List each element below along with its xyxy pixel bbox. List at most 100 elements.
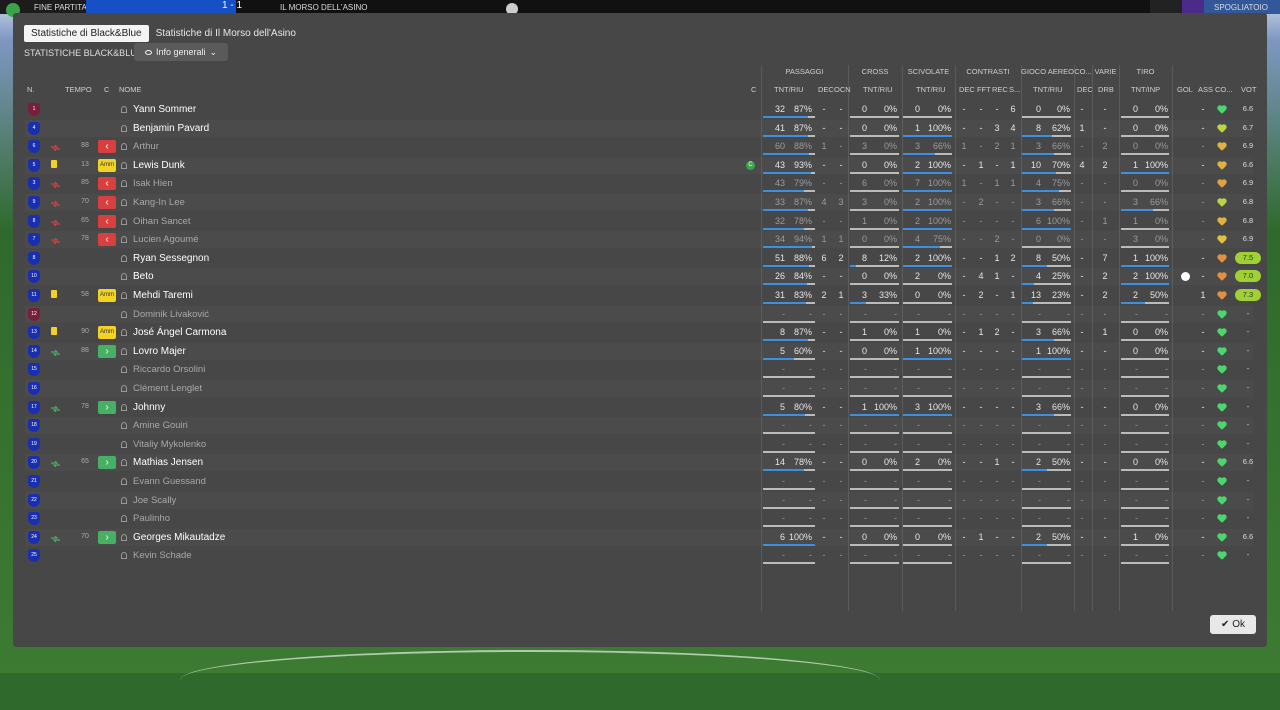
ok-button[interactable]: ✔ Ok <box>1210 615 1256 634</box>
player-name[interactable]: Arthur <box>133 141 159 152</box>
crosses-pct: 12% <box>878 252 897 263</box>
crosses-bar <box>850 488 899 490</box>
tackles-attempted: 0 <box>914 104 920 114</box>
player-name[interactable]: Lucien Agoumé <box>133 234 199 245</box>
contrasts-fft: - <box>979 476 983 486</box>
player-name[interactable]: Paulinho <box>133 513 170 524</box>
player-name[interactable]: Benjamin Pavard <box>133 123 209 134</box>
passes-pct: 78% <box>793 215 812 226</box>
shots-bar <box>1121 264 1169 267</box>
aerial-dec: 4 <box>1079 159 1085 170</box>
player-name[interactable]: Kang-In Lee <box>133 197 185 208</box>
shots-pct: - <box>1165 383 1168 393</box>
tackles-pct: - <box>948 494 951 505</box>
contrasts-s: 1 <box>1010 178 1016 189</box>
player-name[interactable]: Yann Sommer <box>133 104 196 115</box>
team-tabs: Statistiche di Black&Blue Statistiche di… <box>24 25 303 42</box>
assists: - <box>1201 438 1205 449</box>
passes-attempted: - <box>782 364 785 375</box>
crosses-attempted: 8 <box>861 252 867 263</box>
tackles-pct: 66% <box>932 141 951 152</box>
aerial-pct: - <box>1067 308 1070 319</box>
assists: - <box>1201 420 1205 431</box>
view-dropdown[interactable]: Info generali ⌄ <box>134 43 228 61</box>
tab-away-stats[interactable]: Statistiche di Il Morso dell'Asino <box>149 25 303 42</box>
shots-attempted: - <box>1135 494 1138 505</box>
contrasts-dec: - <box>962 513 966 524</box>
player-name[interactable]: Ryan Sessegnon <box>133 253 209 264</box>
table-row: 14 88 › Lovro Majer 5 60% - -0 0% 1 100% - - - -1 100% -… <box>25 343 1253 360</box>
decisive-passes: 2 <box>821 290 827 300</box>
player-avatar-icon <box>121 161 127 169</box>
dribbles: 1 <box>1102 215 1108 226</box>
contrasts-dec: 1 <box>961 178 967 189</box>
player-name[interactable]: Amine Gouiri <box>133 420 188 431</box>
passes-attempted: 41 <box>774 122 785 133</box>
aerial-pct: - <box>1067 550 1070 561</box>
passes-attempted: - <box>782 438 785 449</box>
player-name[interactable]: Clément Lenglet <box>133 383 202 394</box>
player-name[interactable]: Johnny <box>133 402 165 413</box>
bar-fill <box>763 190 805 193</box>
minute: 78 <box>81 235 89 243</box>
crosses-attempted: 1 <box>861 401 867 412</box>
dribbles: - <box>1103 383 1107 393</box>
bar-fill <box>850 413 899 416</box>
player-name[interactable]: Mathias Jensen <box>133 457 203 468</box>
aerial-pct: 62% <box>1051 122 1070 133</box>
dribbles: - <box>1103 531 1107 542</box>
player-name[interactable]: Riccardo Orsolini <box>133 364 205 375</box>
rating: 6.9 <box>1242 141 1254 151</box>
contrasts-s: - <box>1011 401 1015 412</box>
player-name[interactable]: Lovro Majer <box>133 346 186 357</box>
passes-bar <box>763 450 815 453</box>
column-header: NOME <box>119 85 142 94</box>
player-name[interactable]: José Ángel Carmona <box>133 327 226 338</box>
player-name[interactable]: Beto <box>133 271 154 282</box>
shots-attempted: - <box>1135 383 1138 393</box>
crosses-pct: 0% <box>883 159 897 170</box>
minute: 88 <box>81 142 89 150</box>
contrasts-rec: - <box>995 494 999 505</box>
player-name[interactable]: Georges Mikautadze <box>133 532 225 543</box>
condition-heart-icon <box>1218 496 1226 505</box>
substitution-icon <box>51 459 60 468</box>
tab-home-stats[interactable]: Statistiche di Black&Blue <box>24 25 149 42</box>
bar-fill <box>763 543 815 546</box>
player-name[interactable]: Oihan Sancet <box>133 216 191 227</box>
column-header: DRB <box>1098 85 1114 94</box>
aerial-pct: 0% <box>1056 104 1070 114</box>
contrasts-dec: - <box>962 252 966 263</box>
assists: - <box>1201 122 1205 133</box>
contrasts-rec: 3 <box>994 122 1000 133</box>
player-name[interactable]: Joe Scally <box>133 495 176 506</box>
shots-attempted: 0 <box>1132 327 1138 338</box>
player-name[interactable]: Evann Guessand <box>133 476 206 487</box>
player-avatar-icon <box>121 273 127 281</box>
shots-attempted: 0 <box>1132 104 1138 114</box>
player-name[interactable]: Isak Hien <box>133 178 173 189</box>
player-name[interactable]: Vitaliy Mykolenko <box>133 439 206 450</box>
aerial-dec: - <box>1080 308 1084 319</box>
contrasts-s: - <box>1011 364 1015 375</box>
player-name[interactable]: Mehdi Taremi <box>133 290 193 301</box>
aerial-attempted: 3 <box>1035 141 1041 152</box>
passes-pct: 87% <box>793 327 812 338</box>
player-name[interactable]: Lewis Dunk <box>133 160 185 171</box>
aerial-attempted: 3 <box>1035 197 1041 207</box>
aerial-pct: - <box>1067 420 1070 431</box>
player-name[interactable]: Kevin Schade <box>133 550 192 561</box>
dressing-room-button[interactable]: SPOGLIATOIO <box>1204 0 1280 14</box>
shirt-number: 22 <box>28 493 40 507</box>
topbar-status: FINE PARTITA <box>34 3 87 12</box>
shirt-number: 20 <box>28 456 40 470</box>
dribbles: - <box>1103 401 1107 412</box>
passes-bar <box>763 395 815 397</box>
passes-bar <box>763 134 815 137</box>
crosses-attempted: 0 <box>861 234 867 245</box>
player-name[interactable]: Dominik Livaković <box>133 309 209 320</box>
contrasts-dec: - <box>962 476 966 486</box>
crosses-pct: 0% <box>883 271 897 282</box>
crosses-attempted: 3 <box>861 197 867 207</box>
passes-attempted: - <box>782 494 785 505</box>
